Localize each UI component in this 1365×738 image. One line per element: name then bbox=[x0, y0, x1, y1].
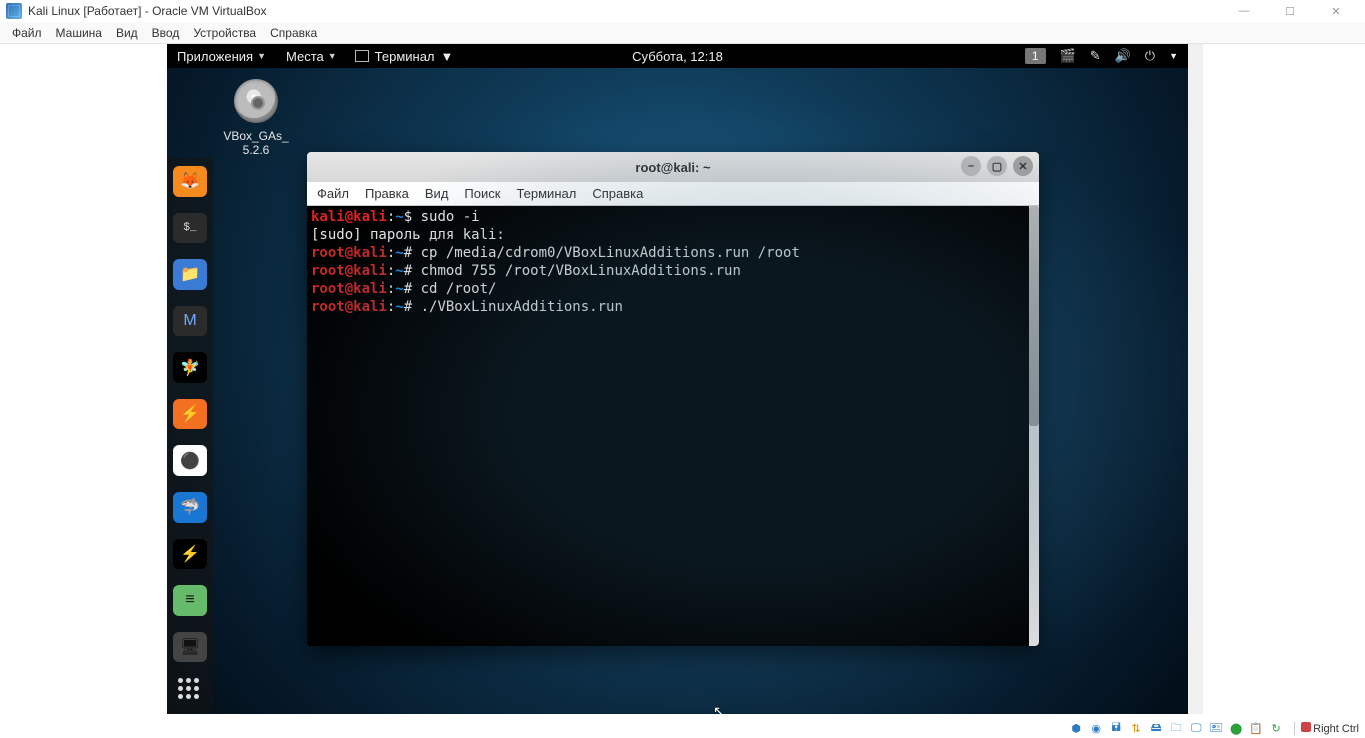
dock-app-recorder[interactable]: ⚫ bbox=[173, 445, 207, 476]
terminal-menubar: Файл Правка Вид Поиск Терминал Справка bbox=[307, 182, 1039, 206]
status-optical-icon[interactable]: ◉ bbox=[1088, 721, 1104, 735]
dock-app-firefox[interactable]: 🦊 bbox=[173, 166, 207, 197]
status-dnd-icon[interactable]: ↻ bbox=[1268, 721, 1284, 735]
gnome-top-panel: Приложения ▼ Места ▼ Терминал ▼ Суббота,… bbox=[167, 44, 1188, 68]
terminal-window[interactable]: root@kali: ~ – ▢ ✕ Файл Правка Вид Поиск… bbox=[307, 152, 1039, 646]
vbox-menu-devices[interactable]: Устройства bbox=[193, 26, 256, 40]
chevron-down-icon: ▼ bbox=[257, 51, 266, 61]
terminal-menu-file[interactable]: Файл bbox=[317, 186, 349, 201]
status-shared-folder-icon[interactable]: 🗀 bbox=[1168, 721, 1184, 735]
dock-app-cherrytree[interactable]: 🧚 bbox=[173, 352, 207, 383]
vbox-menu-file[interactable]: Файл bbox=[12, 26, 42, 40]
video-icon[interactable]: 🎬 bbox=[1060, 48, 1076, 64]
show-applications-button[interactable] bbox=[178, 678, 202, 700]
vm-view-scrollbar[interactable] bbox=[1188, 44, 1203, 714]
close-button[interactable]: ✕ bbox=[1313, 0, 1359, 22]
terminal-menu-edit[interactable]: Правка bbox=[365, 186, 409, 201]
dock-app-remmina[interactable]: 🖥 bbox=[173, 632, 207, 663]
terminal-menu-terminal[interactable]: Терминал bbox=[516, 186, 576, 201]
places-label: Места bbox=[286, 49, 324, 64]
power-icon[interactable]: ⏻ bbox=[1145, 48, 1155, 64]
applications-label: Приложения bbox=[177, 49, 253, 64]
scrollbar-thumb[interactable] bbox=[1029, 206, 1039, 426]
status-hdd-icon[interactable]: ⬢ bbox=[1068, 721, 1084, 735]
desktop-icon-vbox-ga[interactable]: VBox_GAs_ 5.2.6 bbox=[213, 79, 299, 157]
vbox-title: Kali Linux [Работает] - Oracle VM Virtua… bbox=[28, 4, 267, 18]
vbox-menu-machine[interactable]: Машина bbox=[56, 26, 102, 40]
terminal-title: root@kali: ~ bbox=[635, 160, 710, 175]
applications-menu[interactable]: Приложения ▼ bbox=[167, 44, 276, 68]
vbox-statusbar: ⬢ ◉ 🖬 ⇅ 🖴 🗀 🖵 🖭 ⬤ 📋 ↻ Right Ctrl bbox=[1068, 721, 1359, 735]
status-network-icon[interactable]: ⇅ bbox=[1128, 721, 1144, 735]
chevron-down-icon: ▼ bbox=[328, 51, 337, 61]
dock-app-burpsuite[interactable]: ⚡ bbox=[173, 399, 207, 430]
minimize-button[interactable]: — bbox=[1221, 0, 1267, 22]
vbox-titlebar: Kali Linux [Работает] - Oracle VM Virtua… bbox=[0, 0, 1365, 22]
virtualbox-icon bbox=[6, 3, 22, 19]
accessibility-icon[interactable]: ✎ bbox=[1090, 48, 1101, 64]
window-minimize-button[interactable]: – bbox=[961, 156, 981, 176]
status-clipboard-icon[interactable]: 📋 bbox=[1248, 721, 1264, 735]
dock-app-faraday[interactable]: ⚡ bbox=[173, 539, 207, 570]
terminal-output[interactable]: kali@kali:~$ sudo -i[sudo] пароль для ka… bbox=[307, 206, 1029, 646]
vbox-menu-view[interactable]: Вид bbox=[116, 26, 138, 40]
guest-display[interactable]: Приложения ▼ Места ▼ Терминал ▼ Суббота,… bbox=[167, 44, 1188, 714]
vbox-menu-input[interactable]: Ввод bbox=[152, 26, 180, 40]
vbox-menubar: Файл Машина Вид Ввод Устройства Справка bbox=[0, 22, 1365, 44]
status-recording-icon[interactable]: 🖭 bbox=[1208, 721, 1224, 735]
host-key-indicator[interactable]: Right Ctrl bbox=[1294, 722, 1359, 735]
dock-app-xterm[interactable]: ≡ bbox=[173, 585, 207, 616]
terminal-icon bbox=[355, 50, 369, 62]
active-app-label: Терминал bbox=[375, 49, 435, 64]
desktop-icon-label: VBox_GAs_ bbox=[213, 129, 299, 143]
window-close-button[interactable]: ✕ bbox=[1013, 156, 1033, 176]
chevron-down-icon: ▼ bbox=[1169, 51, 1178, 61]
dock-app-wireshark[interactable]: 🦈 bbox=[173, 492, 207, 523]
terminal-menu-help[interactable]: Справка bbox=[592, 186, 643, 201]
dock-app-metasploit[interactable]: M bbox=[173, 306, 207, 337]
dock-app-terminal[interactable]: $_ bbox=[173, 213, 207, 244]
vbox-menu-help[interactable]: Справка bbox=[270, 26, 317, 40]
maximize-button[interactable]: ☐ bbox=[1267, 0, 1313, 22]
desktop-icon-label-2: 5.2.6 bbox=[213, 143, 299, 157]
mouse-cursor-icon: ↖ bbox=[713, 703, 725, 714]
gnome-dock: 🦊 $_ 📁 M 🧚 ⚡ ⚫ 🦈 ⚡ ≡ 🖥 bbox=[167, 158, 213, 714]
terminal-menu-view[interactable]: Вид bbox=[425, 186, 449, 201]
panel-clock[interactable]: Суббота, 12:18 bbox=[632, 49, 723, 64]
active-app-indicator[interactable]: Терминал ▼ bbox=[347, 49, 462, 64]
places-menu[interactable]: Места ▼ bbox=[276, 44, 347, 68]
optical-disc-icon bbox=[234, 79, 278, 123]
terminal-menu-search[interactable]: Поиск bbox=[464, 186, 500, 201]
workspace-indicator[interactable]: 1 bbox=[1025, 48, 1046, 64]
status-display-icon[interactable]: 🖵 bbox=[1188, 721, 1204, 735]
dock-app-files[interactable]: 📁 bbox=[173, 259, 207, 290]
volume-icon[interactable]: 🔊 bbox=[1115, 48, 1131, 64]
status-usb-icon[interactable]: 🖴 bbox=[1148, 721, 1164, 735]
window-maximize-button[interactable]: ▢ bbox=[987, 156, 1007, 176]
chevron-down-icon: ▼ bbox=[441, 49, 454, 64]
terminal-titlebar[interactable]: root@kali: ~ – ▢ ✕ bbox=[307, 152, 1039, 182]
terminal-scrollbar[interactable] bbox=[1029, 206, 1039, 646]
status-audio-icon[interactable]: 🖬 bbox=[1108, 721, 1124, 735]
status-vrde-icon[interactable]: ⬤ bbox=[1228, 721, 1244, 735]
